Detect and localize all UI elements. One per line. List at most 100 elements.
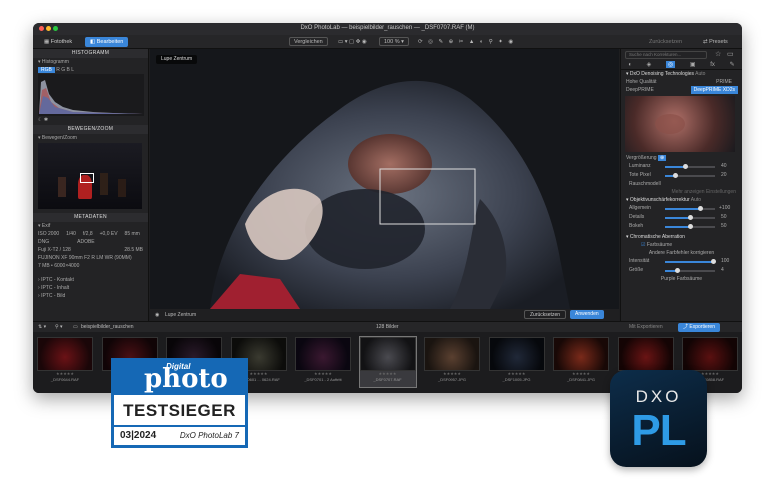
iptc-image[interactable]: › IPTC - Bild [33,292,148,300]
sort-icon[interactable]: ⇅ ▾ [38,324,46,330]
denoise-options-row-2: DeepPRIME DeepPRIME XD2s [621,86,742,94]
chromatic-title: Chromatische Aberration [629,234,685,240]
intensity-slider[interactable] [665,259,716,264]
metadata-panel-title[interactable]: METADATEN [33,213,148,222]
tab-bearbeiten[interactable]: ◧ Bearbeiten [85,37,129,47]
thumb-filename: _DSF0701 - 2 Auftritt [304,377,342,382]
fx-tab-icon[interactable]: fx [710,62,715,68]
global-label: Allgemein [629,205,651,211]
intensity-value[interactable]: 100 [721,258,729,264]
title-bar: DxO PhotoLab — beispielbilder_rauschen —… [33,23,742,35]
local-tab-icon[interactable]: ✎ [730,61,735,68]
tool-icons[interactable]: ⟳ ◎ ✎ ⊕ ✂ ▲ ◐ ⚲ ✦ ◉ [418,38,515,46]
exif-label: Exif [41,223,51,229]
channel-buttons[interactable]: R G B L [56,67,74,73]
option-prime[interactable]: PRIME [716,78,732,86]
badge-product: DxO PhotoLab 7 [179,431,239,440]
size-slider[interactable] [665,268,715,273]
filmstrip-thumb[interactable]: ★★★★★ _DSF1005.JPG [488,337,545,387]
move-zoom-panel-title[interactable]: BEWEGEN/ZOOM [33,125,148,134]
luminance-value[interactable]: 40 [721,163,727,169]
other-fringes-row[interactable]: Andere Farbfehler korrigieren [621,249,742,257]
histogram-mode-button[interactable]: RGB [38,67,55,73]
detail-value[interactable]: 50 [721,214,727,220]
dimension-value: 7 MB • 6000×4000 [38,263,80,269]
checkbox-icon[interactable]: ☑ [641,242,645,248]
star-icon[interactable]: ☆ [715,50,721,58]
filmstrip-thumb[interactable]: ★★★★★ _DSF0644.RAF [37,337,93,387]
iptc-contact[interactable]: › IPTC - Kontakt [33,276,148,284]
option-deepprime[interactable]: DeepPRIME [626,86,654,94]
eye-icon[interactable]: ◉ [155,312,159,318]
filmstrip-thumb[interactable]: ★★★★★ _DSF0707.RAF [358,336,417,388]
iptc-content-label: IPTC - Inhalt [41,285,70,291]
iptc-content[interactable]: › IPTC - Inhalt [33,284,148,292]
chromatic-header[interactable]: ▾ Chromatische Aberration [621,233,742,241]
sun-icon: ✱ [43,117,49,123]
thumb-image [617,337,674,371]
navigator-figure-3 [118,179,126,197]
loupe-label-bottom[interactable]: Lupe Zentrum [165,312,196,318]
dead-pixel-slider[interactable] [665,173,715,178]
histogram-panel-title[interactable]: HISTOGRAMM [33,49,148,58]
export-options[interactable]: Mit Exportieren [629,324,663,330]
lens-sharpness-header[interactable]: ▾ Objektivunschärfekorrektur Auto [621,196,742,204]
export-button[interactable]: ⤴ Exportieren [678,323,720,332]
bokeh-slider[interactable] [665,224,715,229]
filter-icon[interactable]: ⚲ ▾ [55,324,63,330]
thumb-filename: _DSF0707.RAF [373,377,402,382]
format-value: DNG [38,239,50,245]
bokeh-value[interactable]: 50 [721,223,727,229]
colorspace-value: ADOBE [77,239,95,245]
navigator-viewport-box[interactable] [80,173,94,183]
presets-label: Presets [709,39,728,45]
viewer-bottom-bar: ◉ Lupe Zentrum Zurücksetzen Anwenden [150,309,619,321]
thumb-filename: _DSF0841.JPG [566,377,595,382]
luminance-slider[interactable] [665,164,715,169]
filmstrip-thumb[interactable]: ★★★★★ _DSF0701 - 2 Auftritt [295,337,351,387]
correction-search-input[interactable]: Suche nach Korrekturen... [625,51,707,59]
presets-button[interactable]: ⇄ Presets [703,38,728,46]
aperture-value: f/2,8 [82,231,93,237]
detail-slider[interactable] [665,215,715,220]
denoise-section-title: DxO Denoising Technologies [629,71,695,77]
option-deepprime-xd[interactable]: DeepPRIME XD2s [690,86,738,94]
purple-fringes-row[interactable]: Purple Farbsäume [621,275,742,283]
light-tab-icon[interactable]: ◐ [628,62,632,68]
folder-name[interactable]: beispielbilder_rauschen [81,324,134,330]
reset-all-button[interactable]: Zurücksetzen [649,38,682,46]
global-slider[interactable] [665,206,715,211]
edit-icon: ◧ [90,39,96,45]
main-image[interactable]: Lupe Zentrum [150,49,619,309]
image-count: 128 Bilder [376,324,399,330]
panel-icon[interactable]: ▭ [727,50,734,58]
filmstrip-thumb[interactable]: ★★★★★ _DSF0957.JPG [424,337,480,387]
exif-row-3: Fuji X-T2 / 128 28.5 MB [33,246,148,254]
tab-photothek[interactable]: ▦ Fotothek [39,37,77,47]
view-mode-icons[interactable]: ▭ ▾ ▢ ✥ ◉ [338,38,367,46]
filmstrip-thumb[interactable]: ★★★★★ _DSF0841.JPG [553,337,609,387]
navigator-preview[interactable] [38,143,142,209]
bokeh-slider-row: Bokeh 50 [621,222,742,231]
geometry-tab-icon[interactable]: ▣ [690,61,696,68]
photo-hair [305,189,425,269]
histogram-header: ▾ Histogramm [38,59,69,65]
dead-pixel-value[interactable]: 20 [721,172,727,178]
thumb-image [488,337,545,371]
size-value[interactable]: 4 [721,267,724,273]
global-value[interactable]: +100 [719,205,730,211]
denoise-section-header[interactable]: ▾ DxO Denoising Technologies Auto [621,70,742,78]
apply-button[interactable]: Anwenden [570,310,604,319]
thumb-image [424,337,480,371]
detail-tab-icon[interactable]: ◎ [665,61,676,68]
denoise-preview[interactable] [625,96,735,152]
compare-button[interactable]: Vergleichen [289,37,328,46]
zoom-select[interactable]: 100 % ▾ [379,37,409,46]
logo-pl-text: PL [631,406,686,455]
reset-button[interactable]: Zurücksetzen [524,310,567,319]
more-settings-link[interactable]: Mehr anzeigen Einstellungen [621,188,742,196]
magnify-icon[interactable]: ⊕ [657,155,667,161]
tab-photothek-label: Fotothek [50,39,73,45]
option-hq[interactable]: Hohe Qualität [626,78,657,86]
color-tab-icon[interactable]: ◈ [647,61,652,68]
